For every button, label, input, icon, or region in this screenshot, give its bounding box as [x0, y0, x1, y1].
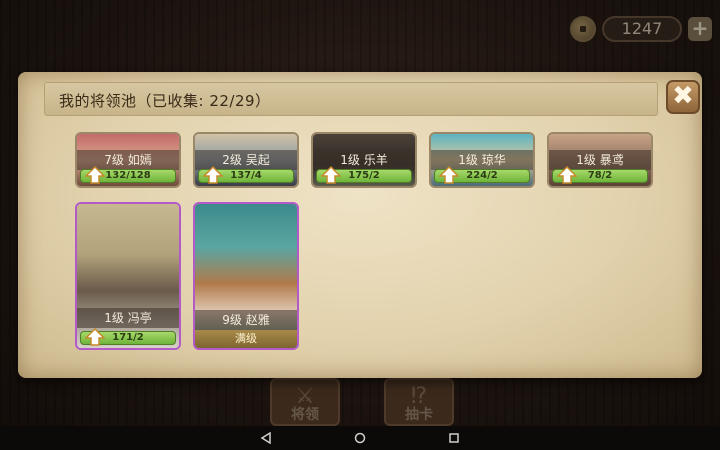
upgrade-arrow-icon	[85, 165, 105, 184]
general-card-qionghua[interactable]: 1级 琼华 224/2	[429, 132, 535, 188]
general-pool-panel: 我的将领池（已收集: 22/29） ✖ 7级 如嫣 132/128 2级 吴起 …	[18, 72, 702, 378]
general-name: 1级 冯亭	[77, 308, 179, 328]
upgrade-arrow-icon	[203, 165, 223, 184]
system-nav-bar	[0, 426, 720, 450]
upgrade-arrow-icon	[85, 327, 105, 346]
close-button[interactable]: ✖	[666, 80, 700, 114]
general-card-ruyan[interactable]: 7级 如嫣 132/128	[75, 132, 181, 188]
close-icon: ✖	[672, 81, 694, 111]
panel-title: 我的将领池（已收集: 22/29）	[59, 92, 271, 110]
recents-icon[interactable]	[448, 432, 460, 444]
general-name: 9级 赵雅	[195, 310, 297, 330]
upgrade-arrow-icon	[321, 165, 341, 184]
general-card-wuqi[interactable]: 2级 吴起 137/4	[193, 132, 299, 188]
max-level-badge: 满级	[195, 330, 297, 348]
general-card-fengting[interactable]: 1级 冯亭 171/2	[75, 202, 181, 350]
general-card-baoyuan[interactable]: 1级 暴鸢 78/2	[547, 132, 653, 188]
general-card-leyang[interactable]: 1级 乐羊 175/2	[311, 132, 417, 188]
general-card-zhaoya[interactable]: 9级 赵雅 满级	[193, 202, 299, 350]
title-bar: 我的将领池（已收集: 22/29）	[44, 82, 658, 116]
back-icon[interactable]	[260, 432, 272, 444]
home-icon[interactable]	[354, 432, 366, 444]
upgrade-arrow-icon	[557, 165, 577, 184]
upgrade-arrow-icon	[439, 165, 459, 184]
